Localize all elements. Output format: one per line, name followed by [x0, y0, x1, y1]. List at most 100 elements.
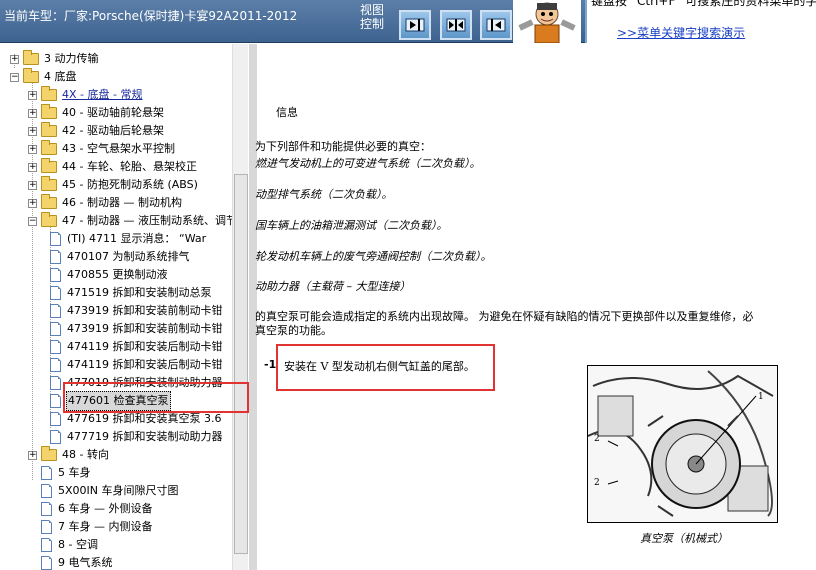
tree-view: +3 动力传输 −4 底盘 +4X - 底盘 - 常规 +40 - 驱动轴前轮悬架 +4… — [0, 44, 232, 570]
figure-caption: 真空泵（机械式） — [640, 532, 728, 545]
tree-item-label: 474119 拆卸和安装后制动卡钳 — [67, 358, 223, 371]
vacuum-pump-illustration-icon — [588, 366, 777, 522]
tree-item[interactable]: +42 - 驱动轴后轮悬架 — [28, 122, 165, 140]
arrow-right-bar-icon — [405, 18, 425, 32]
tree-item[interactable]: +40 - 驱动轴前轮悬架 — [28, 104, 165, 122]
tree-item[interactable]: 5X00IN 车身间隙尺寸图 — [28, 482, 180, 500]
expand-icon[interactable]: + — [28, 108, 37, 118]
tree-item[interactable]: +48 - 转向 — [28, 446, 110, 464]
split-view-button[interactable] — [440, 10, 472, 40]
tree-item-label: 42 - 驱动轴后轮悬架 — [62, 124, 164, 137]
current-vehicle-label: 当前车型：厂家:Porsche(保时捷)卡宴92A2011-2012 — [4, 9, 298, 23]
content-item-4: 轮发动机车辆上的废气旁通阀控制（二次负载）。 — [255, 250, 492, 263]
tree-item[interactable]: 477719 拆卸和安装制动助力器 — [46, 428, 224, 446]
vacuum-pump-figure: 1 2 2 — [587, 365, 778, 523]
document-icon — [41, 520, 52, 534]
document-icon — [41, 502, 52, 516]
tree-item[interactable]: 471519 拆卸和安装制动总泵 — [46, 284, 213, 302]
folder-icon — [41, 86, 57, 101]
folder-icon — [41, 176, 57, 191]
expand-icon[interactable]: + — [28, 144, 37, 154]
keyword-search-demo-link[interactable]: >>菜单关键字搜索演示 — [617, 24, 745, 41]
tree-item-label: (TI) 4711 显示消息： “War — [67, 232, 207, 245]
folder-icon — [41, 122, 57, 137]
step-marker: -1 — [264, 358, 277, 371]
expand-icon[interactable]: + — [28, 450, 37, 460]
tree-item-label: 3 动力传输 — [44, 52, 99, 65]
document-icon — [50, 340, 61, 354]
folder-icon — [41, 194, 57, 209]
tree-item[interactable]: +45 - 防抱死制动系统 (ABS) — [28, 176, 199, 194]
tree-item[interactable]: 9 电气系统 — [28, 554, 114, 570]
folder-icon — [41, 446, 57, 461]
tree-item[interactable]: +43 - 空气悬架水平控制 — [28, 140, 176, 158]
tree-item[interactable]: − 4 底盘 — [10, 68, 78, 86]
expand-icon[interactable]: + — [28, 90, 37, 100]
tree-item-label: 46 - 制动器 — 制动机构 — [62, 196, 182, 209]
document-icon — [50, 250, 61, 264]
document-icon — [41, 556, 52, 570]
callout-1: 1 — [758, 392, 764, 402]
tree-item-label: 473919 拆卸和安装前制动卡钳 — [67, 322, 223, 335]
expand-icon[interactable]: + — [28, 198, 37, 208]
expand-icon[interactable]: + — [28, 180, 37, 190]
mechanic-mascot-icon — [518, 2, 576, 44]
document-icon — [50, 268, 61, 282]
tree-item[interactable]: 6 车身 — 外侧设备 — [28, 500, 154, 518]
tree-item[interactable]: 470855 更换制动液 — [46, 266, 169, 284]
tree-item[interactable]: 7 车身 — 内侧设备 — [28, 518, 154, 536]
tree-item[interactable]: 470107 为制动系统排气 — [46, 248, 191, 266]
document-icon — [50, 286, 61, 300]
tree-item-label: 6 车身 — 外侧设备 — [58, 502, 153, 515]
tree-item-label: 45 - 防抱死制动系统 (ABS) — [62, 178, 198, 191]
tree-item[interactable]: 474119 拆卸和安装后制动卡钳 — [46, 338, 224, 356]
tree-item[interactable]: − 47 - 制动器 — 液压制动系统、调节 — [28, 212, 232, 230]
expand-icon[interactable]: + — [28, 162, 37, 172]
document-icon — [50, 376, 61, 390]
tree-item[interactable]: +46 - 制动器 — 制动机构 — [28, 194, 183, 212]
tree-item-label: 470107 为制动系统排气 — [67, 250, 190, 263]
tree-item-label: 5 车身 — [58, 466, 91, 479]
highlight-step-text — [276, 344, 495, 391]
tree-item[interactable]: (TI) 4711 显示消息： “War — [46, 230, 207, 248]
tree-item-label: 4 底盘 — [44, 70, 77, 83]
search-hint-panel: 键盘按 “Ctrl+F” 可搜索庄的资料菜单的字！ >>菜单关键字搜索演示 — [585, 0, 816, 43]
show-content-button[interactable] — [480, 10, 512, 40]
document-icon — [50, 394, 61, 408]
tree-item-label: 44 - 车轮、轮胎、悬架校正 — [62, 160, 197, 173]
content-intro: 为下列部件和功能提供必要的真空： — [255, 140, 431, 153]
tree-item-label: 43 - 空气悬架水平控制 — [62, 142, 175, 155]
expand-icon[interactable]: + — [10, 54, 19, 64]
show-tree-button[interactable] — [399, 10, 431, 40]
tree-item[interactable]: +3 动力传输 — [10, 50, 100, 68]
folder-open-icon — [41, 212, 57, 227]
tree-item[interactable]: 474119 拆卸和安装后制动卡钳 — [46, 356, 224, 374]
view-control-label: 视图控制 — [360, 3, 385, 31]
tree-scrollbar[interactable] — [232, 44, 248, 570]
scrollbar-thumb[interactable] — [234, 174, 248, 554]
tree-item[interactable]: 473919 拆卸和安装前制动卡钳 — [46, 302, 224, 320]
document-icon — [50, 412, 61, 426]
tree-item[interactable]: 5 车身 — [28, 464, 92, 482]
mascot-image — [513, 0, 581, 44]
tree-item-label: 474119 拆卸和安装后制动卡钳 — [67, 340, 223, 353]
tree-item-label: 470855 更换制动液 — [67, 268, 168, 281]
tree-item[interactable]: +4X - 底盘 - 常规 — [28, 86, 143, 104]
collapse-icon[interactable]: − — [28, 216, 37, 226]
collapse-icon[interactable]: − — [10, 72, 19, 82]
highlight-selected-item — [63, 382, 249, 413]
folder-open-icon — [23, 68, 39, 83]
tree-item[interactable]: +44 - 车轮、轮胎、悬架校正 — [28, 158, 198, 176]
tree-item[interactable]: 8 - 空调 — [28, 536, 99, 554]
tree-item[interactable]: 473919 拆卸和安装前制动卡钳 — [46, 320, 224, 338]
tree-item-label: 473919 拆卸和安装前制动卡钳 — [67, 304, 223, 317]
folder-icon — [41, 140, 57, 155]
tree-item-label: 5X00IN 车身间隙尺寸图 — [58, 484, 179, 497]
expand-icon[interactable]: + — [28, 126, 37, 136]
callout-2b: 2 — [594, 478, 600, 488]
content-heading: 信息 — [276, 106, 298, 119]
search-hint-text: 键盘按 “Ctrl+F” 可搜索庄的资料菜单的字！ — [591, 0, 816, 8]
tree-item-label: 477719 拆卸和安装制动助力器 — [67, 430, 223, 443]
tree-item-label: 4X - 底盘 - 常规 — [62, 88, 143, 101]
document-icon — [50, 232, 61, 246]
